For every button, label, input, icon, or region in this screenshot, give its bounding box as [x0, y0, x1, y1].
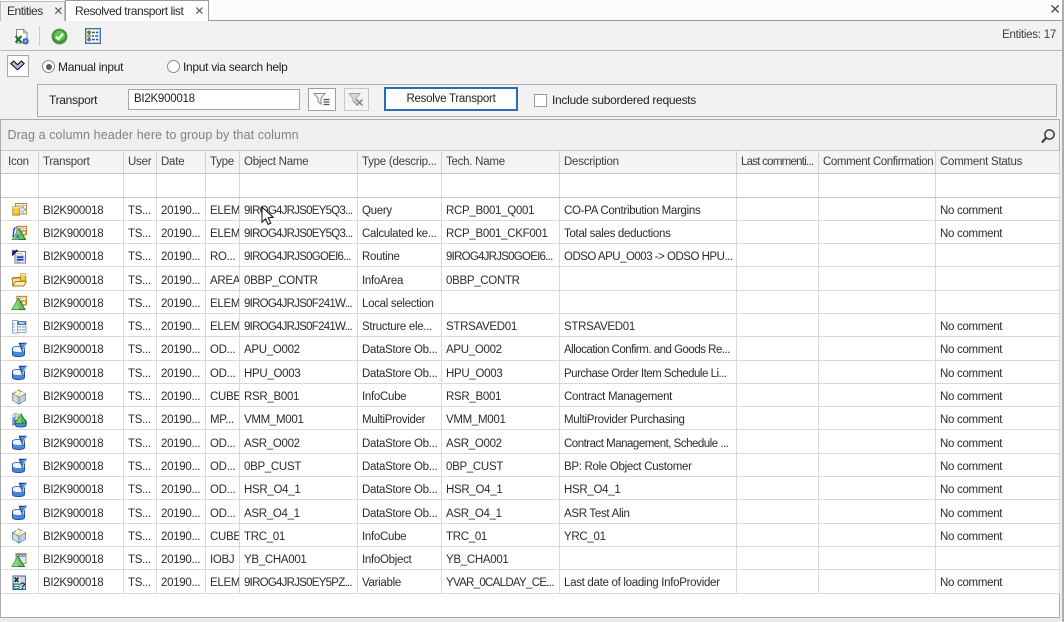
- svg-text:?: ?: [20, 581, 26, 591]
- svg-text:x: x: [15, 232, 20, 241]
